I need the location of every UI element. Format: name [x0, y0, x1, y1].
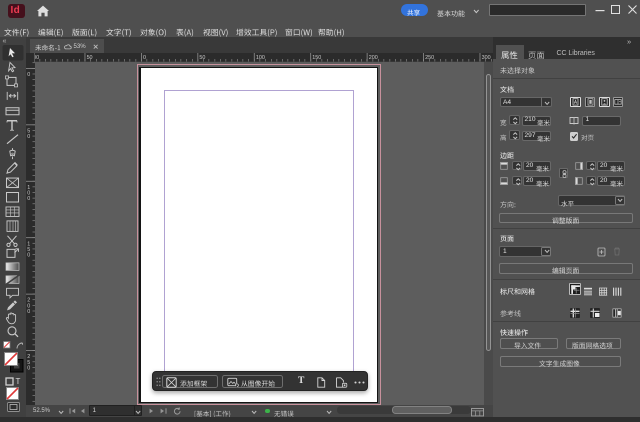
svg-text:0: 0 [143, 55, 146, 61]
svg-text:0: 0 [27, 365, 30, 371]
svg-text:0: 0 [27, 72, 30, 78]
svg-text:0: 0 [27, 134, 30, 140]
svg-text:200: 200 [369, 55, 378, 61]
svg-text:250: 250 [425, 55, 434, 61]
svg-text:0: 0 [27, 196, 30, 202]
svg-text:0: 0 [27, 308, 30, 314]
svg-text:150: 150 [312, 55, 321, 61]
svg-text:0: 0 [27, 252, 30, 258]
svg-text:300: 300 [482, 55, 491, 61]
svg-text:50: 50 [87, 55, 93, 61]
svg-text:100: 100 [256, 55, 265, 61]
svg-text:50: 50 [199, 55, 205, 61]
